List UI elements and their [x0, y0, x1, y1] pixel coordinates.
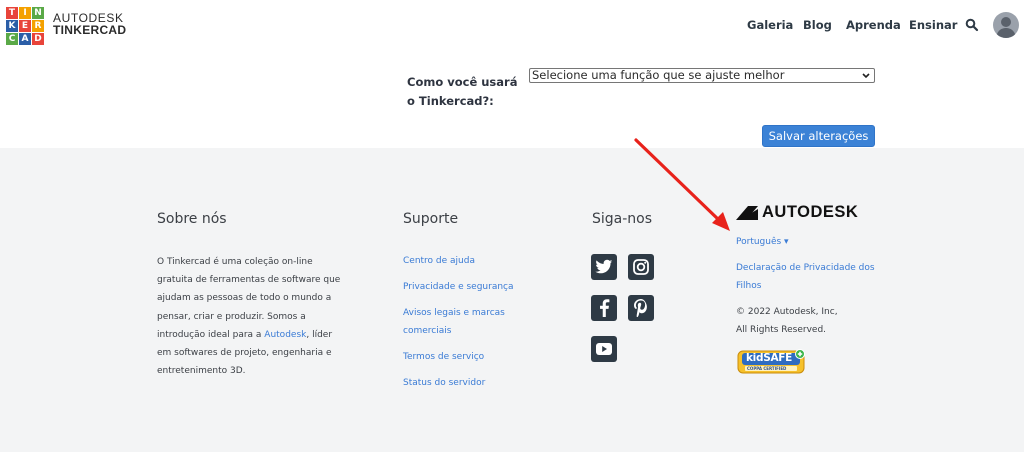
footer — [0, 148, 1024, 452]
terms-of-service-link[interactable]: Termos de serviço — [403, 348, 484, 366]
logo-letter: C — [6, 33, 18, 45]
copyright-text: © 2022 Autodesk, Inc, — [736, 307, 838, 317]
nav-ensinar[interactable]: Ensinar — [909, 18, 957, 32]
brand-name[interactable]: AUTODESK TINKERCAD — [53, 12, 126, 36]
brand-line-tinkercad: TINKERCAD — [53, 23, 127, 37]
logo-letter: D — [32, 33, 44, 45]
autodesk-mark-icon — [736, 205, 758, 220]
search-icon[interactable] — [965, 18, 979, 32]
follow-heading: Siga-nos — [592, 211, 653, 227]
save-button[interactable]: Salvar alterações — [762, 125, 875, 147]
kidsafe-badge[interactable]: kidSAFE COPPA CERTIFIED — [737, 349, 807, 375]
nav-aprenda[interactable]: Aprenda — [846, 18, 901, 32]
logo-letter: E — [19, 20, 31, 32]
legal-notices-link[interactable]: Avisos legais e marcas comerciais — [403, 304, 513, 340]
kidsafe-subtext: COPPA CERTIFIED — [747, 366, 787, 371]
logo-letter: A — [19, 33, 31, 45]
nav-galeria[interactable]: Galeria — [747, 18, 793, 32]
role-label-line1: Como você usará — [407, 75, 518, 89]
help-center-link[interactable]: Centro de ajuda — [403, 252, 475, 270]
user-silhouette-icon — [996, 17, 1016, 38]
logo-letter: N — [32, 7, 44, 19]
logo-letter: R — [32, 20, 44, 32]
chevron-down-icon — [862, 73, 870, 79]
twitter-icon[interactable] — [591, 254, 617, 280]
role-field-label: Como você usará o Tinkercad?: — [407, 73, 517, 111]
autodesk-logo[interactable]: AUTODESK — [736, 203, 859, 221]
role-select[interactable]: Selecione uma função que se ajuste melho… — [529, 68, 875, 83]
avatar[interactable] — [993, 12, 1019, 38]
privacy-security-link[interactable]: Privacidade e segurança — [403, 278, 514, 296]
top-navbar: T I N K E R C A D AUTODESK TINKERCAD Gal… — [0, 0, 1024, 51]
logo-letter: I — [19, 7, 31, 19]
logo-letter: T — [6, 7, 18, 19]
rights-text: All Rights Reserved. — [736, 325, 827, 335]
about-heading: Sobre nós — [157, 211, 227, 227]
role-select-value: Selecione uma função que se ajuste melho… — [532, 68, 785, 82]
role-label-line2: o Tinkercad?: — [407, 94, 494, 108]
autodesk-link[interactable]: Autodesk — [264, 330, 306, 340]
children-privacy-link[interactable]: Declaração de Privacidade dos Filhos — [736, 259, 876, 295]
logo-letter: K — [6, 20, 18, 32]
nav-blog[interactable]: Blog — [803, 18, 832, 32]
about-text: O Tinkercad é uma coleção on-line gratui… — [157, 257, 341, 377]
facebook-icon[interactable] — [591, 295, 617, 321]
autodesk-logo-text: AUTODESK — [762, 203, 859, 221]
language-selector[interactable]: Português ▾ — [736, 233, 789, 251]
tinkercad-logo[interactable]: T I N K E R C A D — [6, 7, 44, 45]
pinterest-icon[interactable] — [628, 295, 654, 321]
server-status-link[interactable]: Status do servidor — [403, 374, 485, 392]
kidsafe-text: kidSAFE — [746, 352, 793, 364]
support-heading: Suporte — [403, 211, 459, 227]
instagram-icon[interactable] — [628, 254, 654, 280]
youtube-icon[interactable] — [591, 336, 617, 362]
